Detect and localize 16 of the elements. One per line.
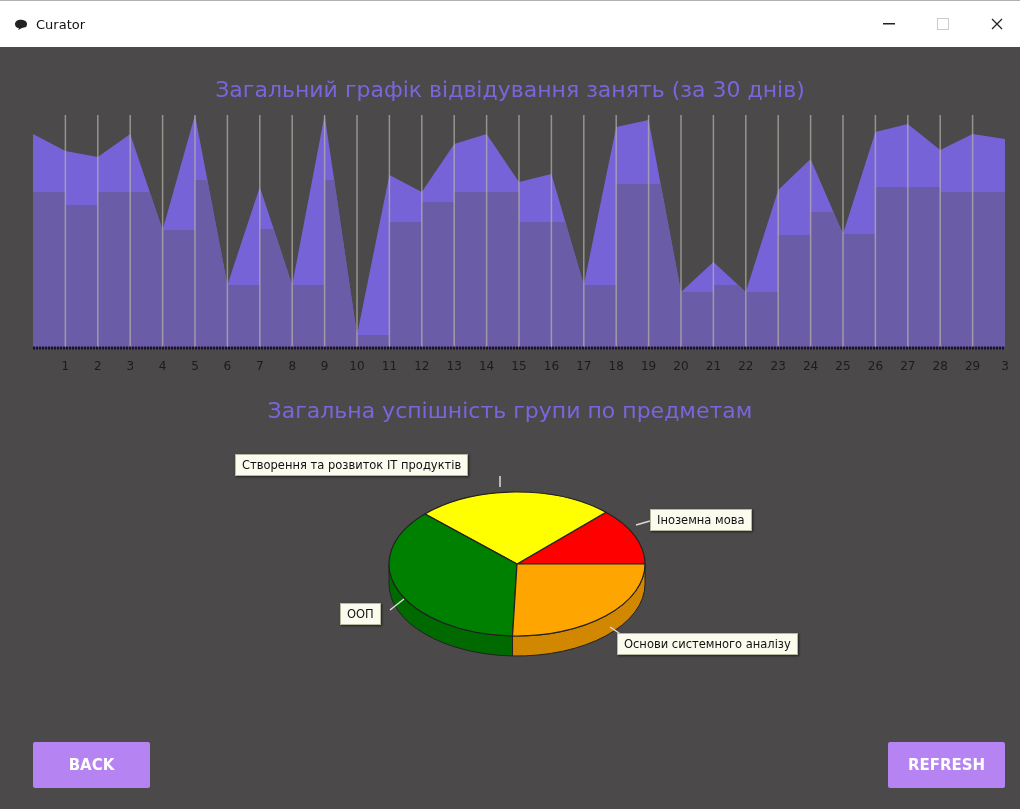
slice-label: ООП	[340, 603, 381, 625]
slice-label: Основи системного аналізу	[617, 633, 798, 655]
chart-title: Загальна успішність групи по предметам	[266, 398, 754, 423]
action-button[interactable]: REFRESH	[888, 742, 1005, 788]
minimize-icon	[883, 23, 895, 25]
slice-label: Створення та розвиток IT продуктів	[235, 454, 469, 476]
leader-line	[499, 475, 501, 488]
action-button[interactable]: BACK	[33, 742, 150, 788]
leader-line	[389, 598, 405, 611]
window-title: Curator	[36, 16, 86, 32]
maximize-icon	[937, 18, 949, 30]
chart-title: Загальний графік відвідування занять (за 30 днів)	[214, 76, 806, 102]
leader-line	[635, 520, 651, 526]
app-icon	[14, 18, 28, 30]
close-icon	[991, 18, 1003, 30]
slice-label: Іноземна мова	[650, 509, 752, 531]
